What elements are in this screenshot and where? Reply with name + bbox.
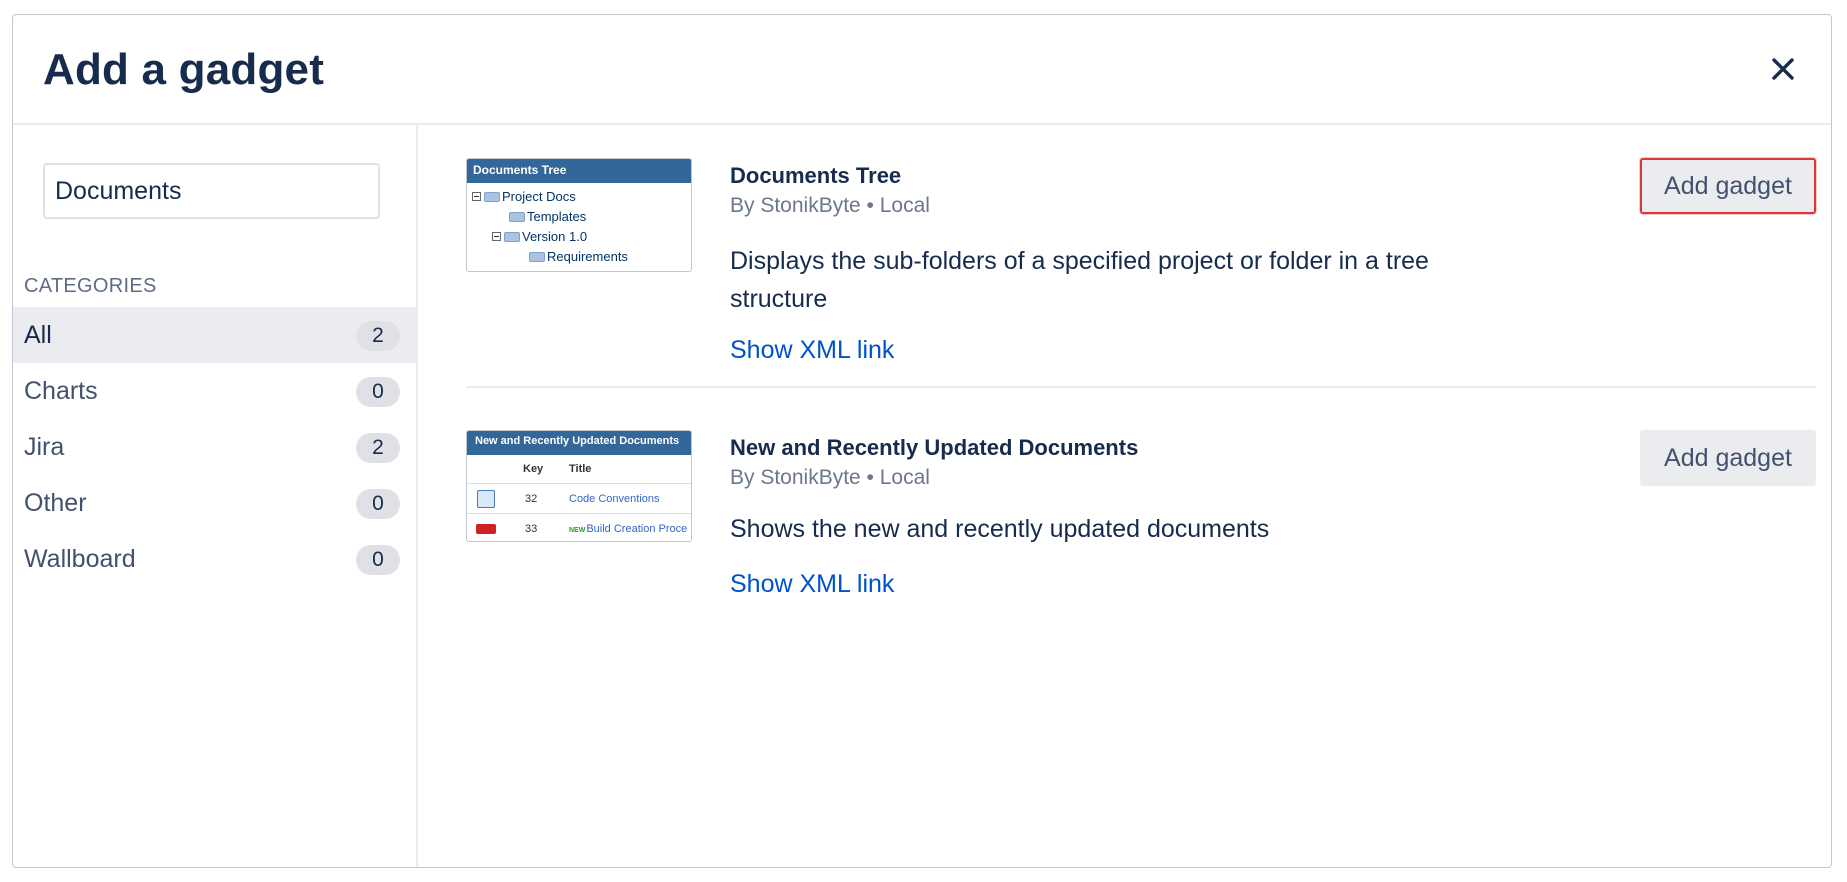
category-count: 0: [356, 377, 400, 407]
collapse-icon: [492, 232, 501, 241]
category-count: 2: [356, 321, 400, 351]
tree-row: Templates: [509, 209, 586, 224]
add-gadget-button[interactable]: Add gadget: [1640, 158, 1816, 214]
folder-icon: [509, 211, 525, 222]
category-label: Wallboard: [24, 544, 136, 573]
gadget-description: Shows the new and recently updated docum…: [730, 515, 1270, 543]
add-gadget-dialog: Add a gadget CATEGORIES All 2 Charts 0 J…: [12, 14, 1832, 868]
gadget-meta: By StonikByte • Local: [730, 466, 930, 489]
gadget-thumbnail: Documents Tree Project Docs Templates Ve…: [466, 158, 692, 272]
dialog-title: Add a gadget: [43, 45, 325, 94]
table-row: 32 Code Conventions: [467, 483, 691, 513]
category-count: 0: [356, 489, 400, 519]
category-item-charts[interactable]: Charts 0: [13, 363, 418, 419]
gadget-description: Displays the sub-folders of a specified …: [730, 247, 1429, 313]
new-badge: NEW: [569, 527, 586, 534]
category-item-wallboard[interactable]: Wallboard 0: [13, 531, 418, 587]
document-icon: [477, 490, 495, 508]
thumbnail-header: New and Recently Updated Documents: [467, 431, 691, 455]
table-header-title: Title: [569, 463, 592, 475]
gadget-item-new-recently-updated: New and Recently Updated Documents Key T…: [466, 430, 1816, 630]
folder-icon: [484, 191, 500, 202]
show-xml-link[interactable]: Show XML link: [730, 336, 894, 365]
gadget-title: New and Recently Updated Documents: [730, 435, 1139, 460]
folder-icon: [529, 251, 545, 262]
categories-list: All 2 Charts 0 Jira 2 Other 0 Wallboard …: [13, 307, 418, 587]
gadget-item-documents-tree: Documents Tree Project Docs Templates Ve…: [466, 158, 1816, 388]
pdf-icon: [476, 524, 496, 534]
categories-heading: CATEGORIES: [24, 275, 157, 297]
tree-row: Version 1.0: [492, 229, 587, 244]
close-icon: [1772, 58, 1794, 80]
category-label: Other: [24, 488, 87, 517]
category-item-other[interactable]: Other 0: [13, 475, 418, 531]
collapse-icon: [472, 192, 481, 201]
close-button[interactable]: [1761, 47, 1805, 91]
gadget-meta: By StonikByte • Local: [730, 194, 930, 217]
category-label: All: [24, 320, 52, 349]
add-gadget-button[interactable]: Add gadget: [1640, 430, 1816, 486]
category-item-all[interactable]: All 2: [13, 307, 418, 363]
search-input[interactable]: [43, 163, 380, 219]
category-item-jira[interactable]: Jira 2: [13, 419, 418, 475]
category-label: Charts: [24, 376, 98, 405]
folder-icon: [504, 231, 520, 242]
table-row: 33 NEWBuild Creation Proce: [467, 513, 691, 541]
category-count: 2: [356, 433, 400, 463]
tree-row: Project Docs: [472, 189, 576, 204]
gadget-thumbnail: New and Recently Updated Documents Key T…: [466, 430, 692, 542]
show-xml-link[interactable]: Show XML link: [730, 570, 894, 599]
category-count: 0: [356, 545, 400, 575]
gadget-title: Documents Tree: [730, 163, 902, 188]
sidebar: CATEGORIES All 2 Charts 0 Jira 2 Other 0…: [13, 125, 418, 867]
thumbnail-header: Documents Tree: [467, 159, 691, 183]
dialog-header: Add a gadget: [13, 15, 1831, 125]
category-label: Jira: [24, 432, 65, 461]
gadget-list: Documents Tree Project Docs Templates Ve…: [420, 125, 1831, 867]
tree-row: Requirements: [529, 249, 628, 264]
table-header-key: Key: [523, 463, 544, 475]
